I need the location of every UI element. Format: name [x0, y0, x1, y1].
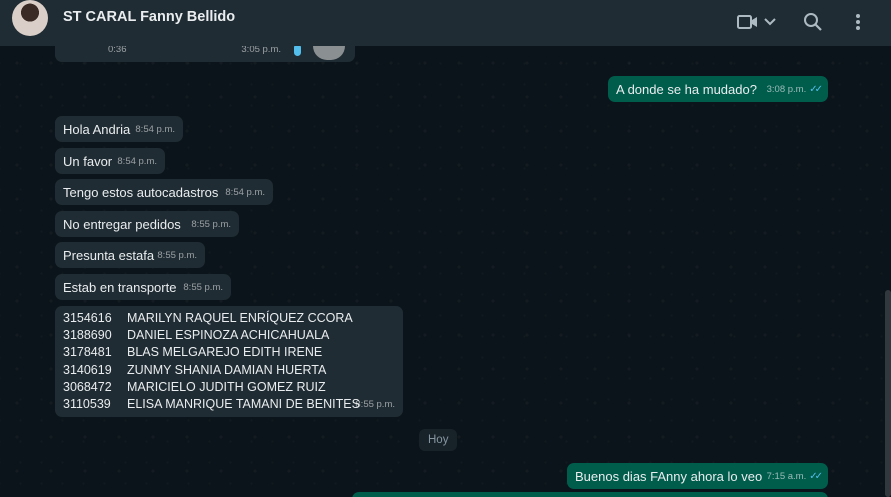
message-text: No entregar pedidos: [63, 217, 181, 232]
message-time: 7:15 a.m.: [766, 471, 807, 482]
message-time: 8:55 p.m.: [355, 399, 395, 410]
message-text: Hola Andria: [63, 122, 131, 137]
customer-code: 3140619: [63, 362, 112, 377]
message-text: A donde se ha mudado?: [616, 82, 757, 97]
message-time: 8:55 p.m.: [157, 250, 197, 261]
chat-header: ST CARAL Fanny Bellido: [0, 0, 891, 46]
table-row: 3178481 BLAS MELGAREJO EDITH IRENE: [63, 344, 395, 361]
message-text: Un favor: [63, 154, 113, 169]
audio-message[interactable]: 0:36 3:05 p.m.: [55, 46, 355, 62]
avatar[interactable]: [12, 0, 48, 36]
message-time: 3:08 p.m.: [766, 84, 807, 95]
message-time: 8:54 p.m.: [225, 187, 265, 198]
customer-code: 3178481: [63, 345, 112, 360]
message-time: 8:55 p.m.: [183, 282, 223, 293]
avatar: [313, 46, 345, 60]
table-row: 3154616 MARILYN RAQUEL ENRÍQUEZ CCORA: [63, 310, 395, 327]
message-bubble-outgoing[interactable]: Buenos dias FAnny ahora lo veo 7:15 a.m.…: [567, 463, 828, 489]
message-bubble-outgoing[interactable]: [352, 492, 828, 497]
customer-code: 3188690: [63, 328, 112, 343]
message-time: 3:05 p.m.: [241, 46, 281, 55]
customer-code: 3110539: [63, 397, 111, 412]
day-separator: Hoy: [419, 429, 458, 451]
message-bubble-incoming[interactable]: Presunta estafa 8:55 p.m.: [55, 242, 205, 268]
microphone-icon: [294, 46, 301, 56]
message-time: 8:55 p.m.: [191, 219, 231, 230]
customer-name: MARILYN RAQUEL ENRÍQUEZ CCORA: [127, 311, 353, 325]
message-bubble-incoming[interactable]: Hola Andria 8:54 p.m.: [55, 116, 183, 142]
read-check-icon: ✓✓: [809, 471, 823, 482]
customer-name: ELISA MANRIQUE TAMANI DE BENITES: [127, 397, 360, 412]
message-text: Buenos dias FAnny ahora lo veo: [575, 469, 763, 484]
table-row: 3188690 DANIEL ESPINOZA ACHICAHUALA: [63, 327, 395, 344]
message-time: 8:54 p.m.: [117, 156, 157, 167]
customer-name: DANIEL ESPINOZA ACHICAHUALA: [127, 328, 330, 343]
customer-code: 3154616: [63, 311, 112, 325]
message-time: 8:54 p.m.: [135, 124, 175, 135]
message-text: Tengo estos autocadastros: [63, 185, 219, 200]
message-bubble-incoming[interactable]: No entregar pedidos 8:55 p.m.: [55, 211, 239, 237]
message-bubble-incoming[interactable]: Estab en transporte 8:55 p.m.: [55, 274, 231, 300]
search-icon[interactable]: [801, 10, 825, 34]
customer-name: MARICIELO JUDITH GOMEZ RUIZ: [127, 379, 326, 394]
video-call-icon[interactable]: [736, 10, 760, 34]
customer-name: ZUNMY SHANIA DAMIAN HUERTA: [127, 362, 327, 377]
audio-duration: 0:36: [108, 46, 127, 55]
message-text: Presunta estafa: [63, 248, 155, 263]
table-row: 3140619 ZUNMY SHANIA DAMIAN HUERTA: [63, 362, 395, 379]
chevron-down-icon[interactable]: [760, 10, 780, 34]
read-check-icon: ✓✓: [809, 84, 823, 95]
table-row: 3110539 ELISA MANRIQUE TAMANI DE BENITES: [63, 396, 395, 413]
message-text: Estab en transporte: [63, 280, 177, 295]
message-bubble-outgoing[interactable]: A donde se ha mudado? 3:08 p.m. ✓✓: [608, 76, 828, 102]
contact-name[interactable]: ST CARAL Fanny Bellido: [63, 9, 235, 25]
message-bubble-incoming[interactable]: Un favor 8:54 p.m.: [55, 148, 165, 174]
message-list[interactable]: 0:36 3:05 p.m. A donde se ha mudado? 3:0…: [0, 46, 891, 497]
scrollbar[interactable]: [885, 290, 891, 497]
customer-code: 3068472: [63, 379, 112, 394]
menu-dots-icon[interactable]: [846, 10, 870, 34]
message-bubble-incoming[interactable]: 3154616 MARILYN RAQUEL ENRÍQUEZ CCORA 318…: [55, 306, 403, 417]
table-row: 3068472 MARICIELO JUDITH GOMEZ RUIZ: [63, 379, 395, 396]
customer-name: BLAS MELGAREJO EDITH IRENE: [127, 345, 323, 360]
message-bubble-incoming[interactable]: Tengo estos autocadastros 8:54 p.m.: [55, 179, 273, 205]
